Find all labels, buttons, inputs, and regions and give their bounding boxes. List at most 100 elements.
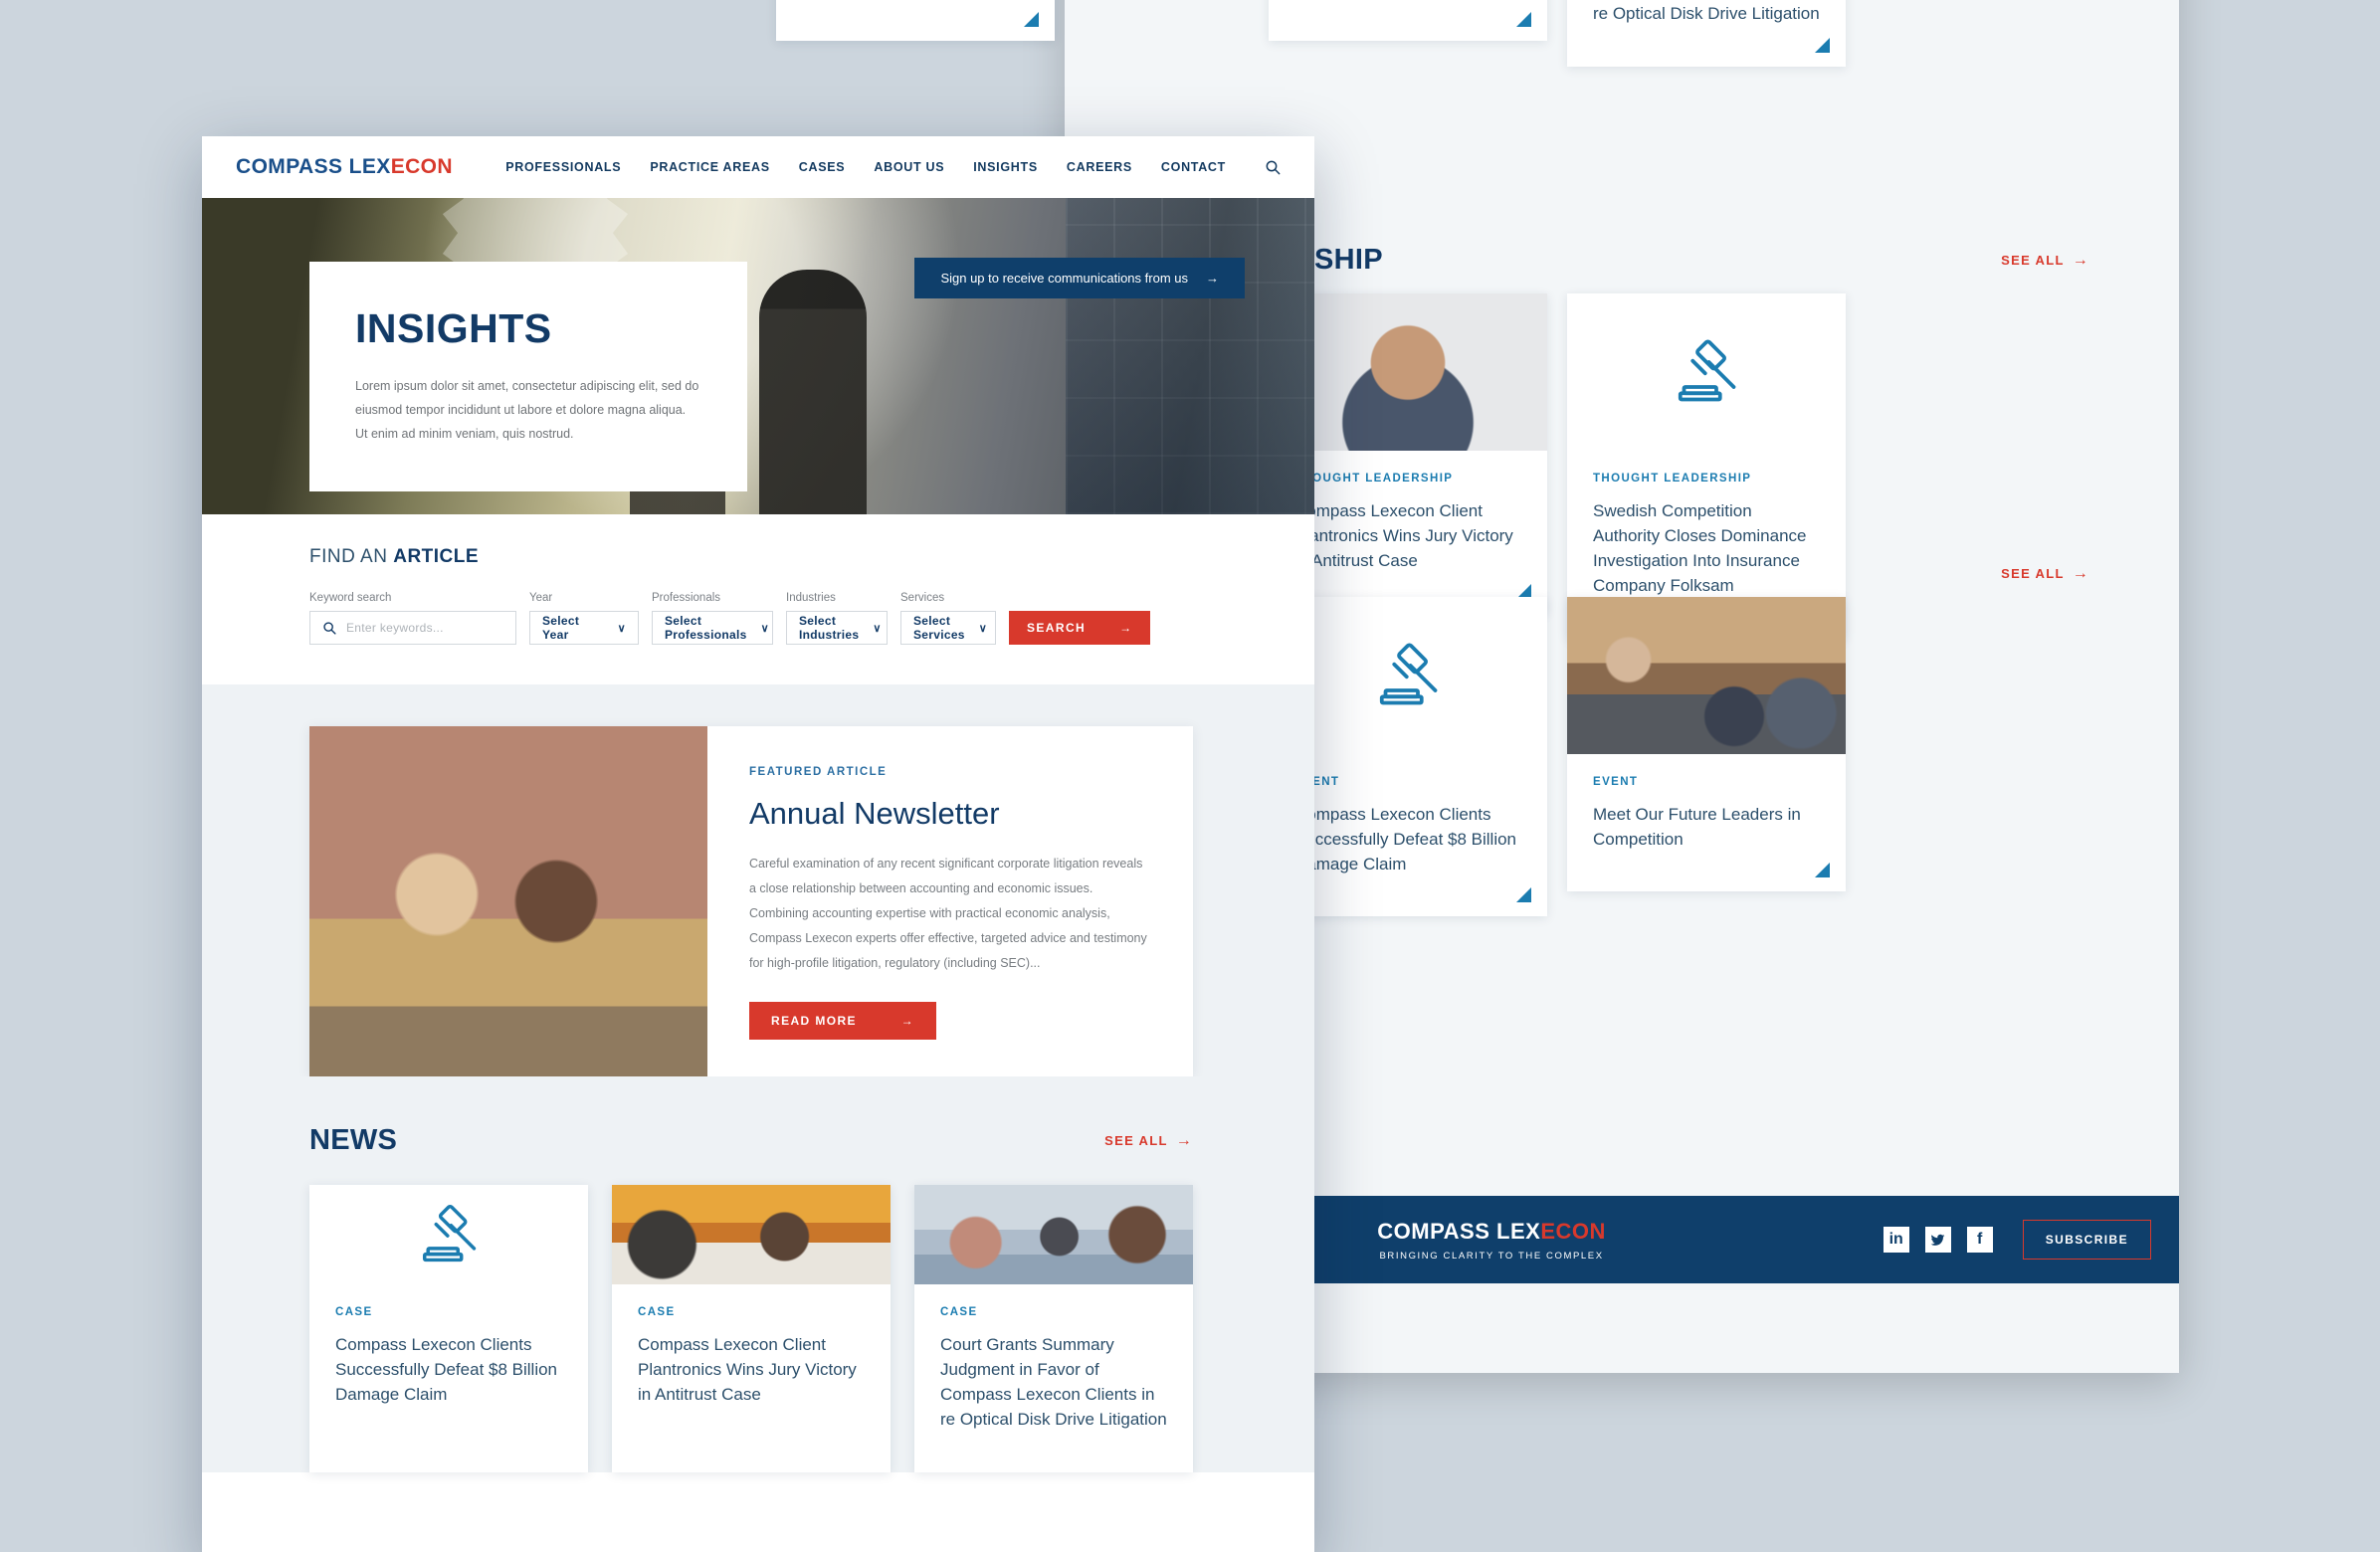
- page-title: INSIGHTS: [355, 305, 552, 351]
- filter-keyword: Keyword search Enter keywords...: [309, 592, 516, 645]
- card-title: Court Grants Summary Judgment in Favor o…: [1593, 4, 1820, 24]
- nav-item-practice-areas[interactable]: PRACTICE AREAS: [650, 160, 769, 174]
- back-case-card-1[interactable]: CASE Compass Lexecon Client Plantronics …: [1269, 0, 1547, 42]
- card-title: Compass Lexecon Clients Successfully Def…: [335, 1335, 558, 1405]
- see-all-link-events[interactable]: SEE ALL →: [2001, 565, 2089, 583]
- facebook-icon[interactable]: f: [1966, 1227, 1993, 1253]
- search-button[interactable]: SEARCH →: [1009, 611, 1151, 645]
- person-silhouette-right: [759, 270, 867, 514]
- chevron-down-icon: ∨: [978, 622, 988, 635]
- back-case-card-0[interactable]: CASE Compass Lexecon Clients Successfull…: [776, 0, 1055, 42]
- card-category: THOUGHT LEADERSHIP: [1294, 473, 1454, 485]
- screenshot-stage: CASE Compass Lexecon Clients Successfull…: [0, 0, 2380, 1552]
- hero-text-card: INSIGHTS Lorem ipsum dolor sit amet, con…: [309, 262, 747, 491]
- logo-main: COMPASS LEX: [236, 155, 391, 178]
- card-corner-icon: [1815, 863, 1830, 878]
- year-select-value: Select Year: [542, 614, 580, 642]
- filter-label: Keyword search: [309, 592, 392, 604]
- professionals-select-value: Select Professionals: [665, 614, 747, 642]
- nav-item-about-us[interactable]: ABOUT US: [874, 160, 944, 174]
- filter-label: Year: [529, 592, 553, 604]
- search-input[interactable]: Enter keywords...: [309, 611, 516, 645]
- nav-item-careers[interactable]: CAREERS: [1067, 160, 1132, 174]
- site-logo[interactable]: COMPASS LEXECON: [236, 155, 453, 179]
- footer-logo-main: COMPASS LEX: [1377, 1218, 1541, 1244]
- featured-article-body: FEATURED ARTICLE Annual Newsletter Caref…: [707, 726, 1193, 1076]
- finder-title-bold: ARTICLE: [393, 546, 480, 567]
- featured-zone: FEATURED ARTICLE Annual Newsletter Caref…: [202, 684, 1314, 1076]
- featured-article-title: Annual Newsletter: [749, 796, 1000, 831]
- back-case-card-2[interactable]: CASE Court Grants Summary Judgment in Fa…: [1567, 0, 1846, 67]
- professionals-select[interactable]: Select Professionals ∨: [652, 611, 773, 645]
- card-category: EVENT: [1294, 776, 1340, 788]
- read-more-button[interactable]: READ MORE →: [749, 1002, 936, 1040]
- arrow-right-icon: →: [2072, 251, 2089, 269]
- hero-description: Lorem ipsum dolor sit amet, consectetur …: [355, 379, 699, 441]
- arrow-right-icon: →: [2072, 564, 2089, 582]
- logo-accent: ECON: [390, 155, 453, 178]
- chevron-down-icon: ∨: [760, 622, 769, 635]
- site-header: COMPASS LEXECON PROFESSIONALS PRACTICE A…: [202, 136, 1314, 198]
- see-all-label: SEE ALL: [1104, 1133, 1168, 1148]
- chevron-down-icon: ∨: [873, 622, 882, 635]
- news-card-body: CASE Compass Lexecon Client Plantronics …: [612, 1284, 891, 1447]
- see-all-link-news[interactable]: SEE ALL →: [1104, 1132, 1193, 1150]
- services-select-value: Select Services: [913, 614, 965, 642]
- news-card-1[interactable]: CASE Compass Lexecon Client Plantronics …: [612, 1185, 891, 1472]
- card-corner-icon: [1516, 12, 1531, 28]
- search-button-label: SEARCH: [1027, 621, 1087, 635]
- linkedin-icon[interactable]: in: [1883, 1227, 1909, 1253]
- filter-industries: Industries Select Industries ∨: [786, 592, 888, 645]
- card-category: CASE: [335, 1306, 373, 1318]
- card-title: Compass Lexecon Clients Successfully Def…: [802, 0, 1029, 1]
- featured-article-image: [309, 726, 707, 1076]
- filter-label: Professionals: [652, 592, 721, 604]
- filter-row: Keyword search Enter keywords... Year Se…: [309, 592, 1314, 645]
- filter-label: Industries: [786, 592, 836, 604]
- card-media-photo: [1567, 597, 1846, 754]
- nav-item-insights[interactable]: INSIGHTS: [973, 160, 1038, 174]
- finder-title-light: FIND AN: [309, 546, 394, 567]
- news-card-body: CASE Court Grants Summary Judgment in Fa…: [914, 1284, 1193, 1472]
- arrow-right-icon: →: [1119, 621, 1133, 635]
- twitter-icon[interactable]: [1924, 1227, 1951, 1253]
- search-icon[interactable]: [1265, 159, 1281, 175]
- arrow-right-icon: →: [900, 1014, 914, 1028]
- read-more-label: READ MORE: [771, 1014, 857, 1028]
- main-navigation: PROFESSIONALS PRACTICE AREAS CASES ABOUT…: [505, 159, 1281, 175]
- foreground-browser-window[interactable]: COMPASS LEXECON PROFESSIONALS PRACTICE A…: [202, 136, 1314, 1552]
- glass-building-backdrop: [1066, 198, 1314, 514]
- footer-social-links: in f SUBSCRIBE: [1883, 1220, 2151, 1260]
- card-category: CASE: [940, 1306, 978, 1318]
- back-event-card-2[interactable]: EVENT Meet Our Future Leaders in Competi…: [1567, 597, 1846, 892]
- card-title: Compass Lexecon Clients Successfully Def…: [1294, 805, 1517, 874]
- arrow-right-icon: →: [1175, 1131, 1193, 1149]
- finder-title: FIND AN ARTICLE: [309, 546, 1314, 568]
- card-corner-icon: [1024, 12, 1039, 28]
- nav-item-professionals[interactable]: PROFESSIONALS: [505, 160, 621, 174]
- arrow-right-icon: →: [1206, 271, 1219, 286]
- footer-logo: COMPASS LEXECON BRINGING CLARITY TO THE …: [1377, 1219, 1606, 1261]
- signup-label: Sign up to receive communications from u…: [940, 271, 1188, 286]
- card-category: CASE: [638, 1306, 676, 1318]
- see-all-label: SEE ALL: [2001, 566, 2065, 581]
- featured-article-description: Careful examination of any recent signif…: [749, 857, 1147, 970]
- news-card-0[interactable]: CASE Compass Lexecon Clients Successfull…: [309, 1185, 588, 1472]
- hero-banner: Sign up to receive communications from u…: [202, 198, 1314, 514]
- chevron-down-icon: ∨: [617, 622, 626, 635]
- footer-logo-accent: ECON: [1540, 1218, 1606, 1244]
- services-select[interactable]: Select Services ∨: [900, 611, 996, 645]
- see-all-link-thought-leadership[interactable]: SEE ALL →: [2001, 252, 2089, 270]
- nav-item-contact[interactable]: CONTACT: [1161, 160, 1226, 174]
- news-card-2[interactable]: CASE Court Grants Summary Judgment in Fa…: [914, 1185, 1193, 1472]
- news-section: NEWS SEE ALL → CASE Compass Lexecon Clie…: [202, 1076, 1314, 1472]
- year-select[interactable]: Select Year ∨: [529, 611, 639, 645]
- see-all-label: SEE ALL: [2001, 253, 2065, 268]
- nav-item-cases[interactable]: CASES: [799, 160, 846, 174]
- events-section-header: SEE ALL →: [1194, 557, 2089, 590]
- featured-article-card[interactable]: FEATURED ARTICLE Annual Newsletter Caref…: [309, 726, 1193, 1076]
- signup-banner[interactable]: Sign up to receive communications from u…: [914, 258, 1245, 298]
- search-icon: [323, 622, 336, 635]
- industries-select[interactable]: Select Industries ∨: [786, 611, 888, 645]
- subscribe-button[interactable]: SUBSCRIBE: [2022, 1220, 2151, 1260]
